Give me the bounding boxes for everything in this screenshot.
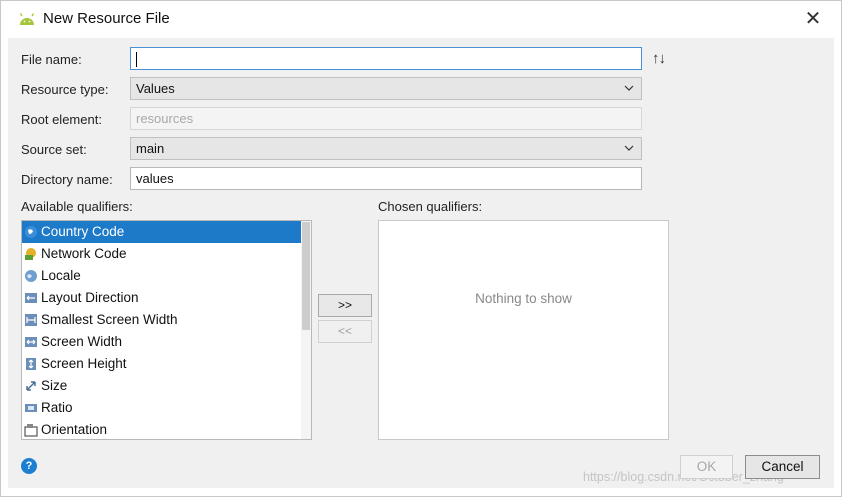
smallest-screen-width-icon: [25, 314, 37, 326]
resource-type-select[interactable]: Values: [130, 77, 642, 100]
ok-button[interactable]: OK: [680, 455, 733, 479]
list-item-label: Smallest Screen Width: [41, 312, 178, 327]
add-qualifier-button[interactable]: >>: [318, 294, 372, 317]
list-item-size[interactable]: Size: [22, 375, 302, 397]
list-item-locale[interactable]: Locale: [22, 265, 302, 287]
list-item-layout-direction[interactable]: Layout Direction: [22, 287, 302, 309]
remove-qualifier-button[interactable]: <<: [318, 320, 372, 343]
source-set-select[interactable]: main: [130, 137, 642, 160]
root-element-placeholder: resources: [136, 111, 194, 126]
directory-name-input[interactable]: values: [130, 167, 642, 190]
list-item-screen-width[interactable]: Screen Width: [22, 331, 302, 353]
list-item-label: Country Code: [41, 224, 125, 239]
root-element-input: resources: [130, 107, 642, 130]
list-item-network-code[interactable]: Network Code: [22, 243, 302, 265]
scrollbar[interactable]: [301, 221, 311, 439]
chosen-qualifiers-label: Chosen qualifiers:: [378, 199, 483, 214]
list-item-label: Screen Width: [41, 334, 123, 349]
directory-name-label: Directory name:: [21, 172, 113, 187]
source-set-value: main: [136, 141, 165, 156]
chevron-down-icon: [624, 85, 634, 91]
screen-width-icon: [25, 337, 37, 347]
list-item-country-code[interactable]: Country Code: [22, 221, 302, 243]
list-item-orientation[interactable]: Orientation: [22, 419, 302, 439]
chevron-down-icon: [624, 145, 634, 151]
list-item-label: Ratio: [41, 400, 73, 415]
list-item-smallest-screen-width[interactable]: Smallest Screen Width: [22, 309, 302, 331]
list-item-label: Layout Direction: [41, 290, 139, 305]
chosen-qualifiers-list[interactable]: Nothing to show: [378, 220, 669, 440]
help-icon[interactable]: ?: [21, 458, 37, 474]
available-qualifiers-list[interactable]: Country Code Network Code Locale Layout …: [21, 220, 312, 440]
sort-icon[interactable]: ↑↓: [652, 50, 666, 67]
scrollbar-thumb[interactable]: [302, 222, 310, 330]
title-bar: New Resource File ✕: [0, 0, 842, 38]
resource-type-label: Resource type:: [21, 82, 109, 97]
available-qualifiers-label: Available qualifiers:: [21, 199, 133, 214]
root-element-label: Root element:: [21, 112, 102, 127]
close-icon[interactable]: ✕: [800, 6, 826, 32]
layout-direction-icon: [25, 293, 37, 303]
list-item-ratio[interactable]: Ratio: [22, 397, 302, 419]
window-title: New Resource File: [43, 10, 170, 27]
list-item-screen-height[interactable]: Screen Height: [22, 353, 302, 375]
list-item-label: Size: [41, 378, 68, 393]
android-icon: [19, 13, 35, 25]
country-code-icon: [25, 226, 37, 238]
resource-type-value: Values: [136, 81, 175, 96]
empty-state-text: Nothing to show: [475, 291, 572, 306]
network-code-icon: [25, 248, 36, 260]
text-caret: [136, 52, 137, 68]
source-set-label: Source set:: [21, 142, 87, 157]
ratio-icon: [25, 404, 37, 412]
cancel-button[interactable]: Cancel: [745, 455, 820, 479]
orientation-icon: [24, 424, 38, 437]
list-item-label: Locale: [41, 268, 81, 283]
list-item-label: Orientation: [41, 422, 108, 437]
list-item-label: Network Code: [41, 246, 127, 261]
directory-name-value: values: [136, 171, 174, 186]
size-icon: [26, 381, 36, 391]
file-name-input[interactable]: [130, 47, 642, 70]
locale-icon: [25, 270, 37, 282]
screen-height-icon: [26, 358, 36, 370]
file-name-label: File name:: [21, 52, 82, 67]
list-item-label: Screen Height: [41, 356, 127, 371]
